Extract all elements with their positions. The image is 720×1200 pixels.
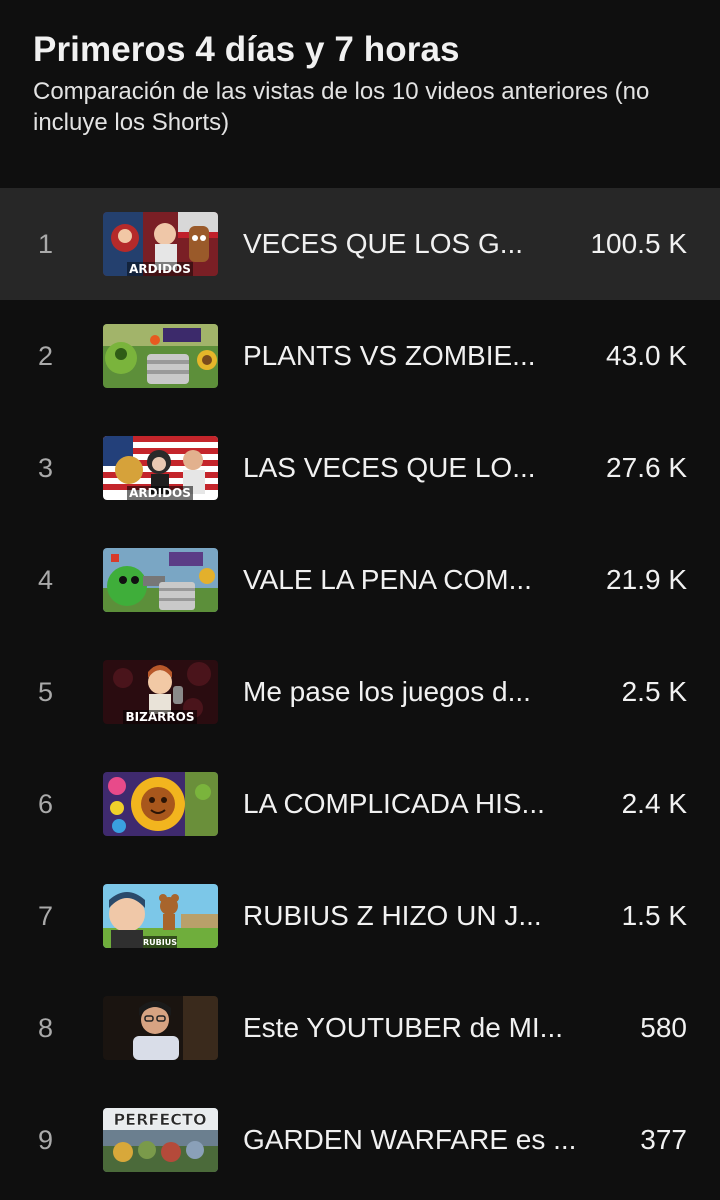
video-views: 580 (640, 1012, 687, 1043)
thumbnail-label: ARDIDOS (129, 486, 191, 500)
video-rank: 6 (38, 789, 54, 819)
video-thumbnail[interactable]: ARDIDOS (103, 212, 218, 276)
video-rank: 9 (38, 1125, 54, 1155)
thumbnail-label: RUBIUS (143, 938, 177, 947)
video-thumbnail[interactable] (103, 772, 218, 836)
youtuber-thumbnail-icon (103, 996, 218, 1060)
video-views: 21.9 K (606, 564, 687, 595)
video-thumbnail[interactable]: PERFECTO (103, 1108, 218, 1172)
plants-vs-zombies-thumbnail-icon (103, 324, 218, 388)
video-row[interactable]: 1 ARDIDOS VECES QUE LOS G... 100.5 K (0, 188, 720, 300)
video-views: 377 (640, 1124, 687, 1155)
video-thumbnail[interactable]: ARDIDOS (103, 436, 218, 500)
video-views: 2.4 K (621, 788, 687, 819)
video-title[interactable]: LA COMPLICADA HIS... (243, 748, 545, 860)
video-list: 1 ARDIDOS VECES QUE LOS G... 100.5 K 2 P… (0, 188, 720, 1196)
video-views: 100.5 K (590, 228, 687, 259)
video-rank: 4 (38, 565, 54, 595)
video-rank: 7 (38, 901, 54, 931)
video-title[interactable]: Este YOUTUBER de MI... (243, 972, 563, 1084)
ardidos-thumbnail-icon: ARDIDOS (103, 212, 218, 276)
garden-warfare-thumbnail-icon: PERFECTO (103, 1108, 218, 1172)
video-rank: 8 (38, 1013, 54, 1043)
video-views: 27.6 K (606, 452, 687, 483)
rubius-thumbnail-icon: RUBIUS (103, 884, 218, 948)
video-row[interactable]: 6 LA COMPLICADA HIS... 2.4 K (0, 748, 720, 860)
video-title[interactable]: VECES QUE LOS G... (243, 188, 523, 300)
green-character-thumbnail-icon (103, 548, 218, 612)
video-row[interactable]: 3 ARDIDOS LAS VECES QUE LO... 27.6 K (0, 412, 720, 524)
video-rank: 2 (38, 341, 54, 371)
video-row[interactable]: 4 VALE LA PENA COM... 21.9 K (0, 524, 720, 636)
page-subtitle: Comparación de las vistas de los 10 vide… (33, 78, 650, 136)
video-views: 2.5 K (621, 676, 687, 707)
video-title[interactable]: RUBIUS Z HIZO UN J... (243, 860, 542, 972)
header: Primeros 4 días y 7 horas Comparación de… (33, 28, 703, 138)
video-row[interactable]: 5 BIZARROS Me pase los juegos d... 2.5 K (0, 636, 720, 748)
video-title[interactable]: VALE LA PENA COM... (243, 524, 532, 636)
video-thumbnail[interactable] (103, 996, 218, 1060)
thumbnail-label: BIZARROS (126, 710, 195, 724)
bizarros-thumbnail-icon: BIZARROS (103, 660, 218, 724)
video-title[interactable]: GARDEN WARFARE es ... (243, 1084, 576, 1196)
video-thumbnail[interactable]: RUBIUS (103, 884, 218, 948)
video-row[interactable]: 2 PLANTS VS ZOMBIE... 43.0 K (0, 300, 720, 412)
video-thumbnail[interactable] (103, 324, 218, 388)
video-rank: 3 (38, 453, 54, 483)
video-row[interactable]: 7 RUBIUS RUBIUS Z HIZO UN J... 1.5 K (0, 860, 720, 972)
video-rank: 5 (38, 677, 54, 707)
video-views: 1.5 K (621, 900, 687, 931)
video-title[interactable]: PLANTS VS ZOMBIE... (243, 300, 536, 412)
video-rank: 1 (38, 229, 54, 259)
video-row[interactable]: 9 PERFECTO GARDEN WARFARE es ... 377 (0, 1084, 720, 1196)
video-title[interactable]: LAS VECES QUE LO... (243, 412, 536, 524)
page-title: Primeros 4 días y 7 horas (33, 30, 460, 69)
video-row[interactable]: 8 Este YOUTUBER de MI... 580 (0, 972, 720, 1084)
video-title[interactable]: Me pase los juegos d... (243, 636, 531, 748)
thumbnail-label: PERFECTO (113, 1110, 206, 1129)
sunflower-thumbnail-icon (103, 772, 218, 836)
video-thumbnail[interactable] (103, 548, 218, 612)
thumbnail-label: ARDIDOS (129, 262, 191, 276)
video-views: 43.0 K (606, 340, 687, 371)
video-thumbnail[interactable]: BIZARROS (103, 660, 218, 724)
ardidos-flag-thumbnail-icon: ARDIDOS (103, 436, 218, 500)
